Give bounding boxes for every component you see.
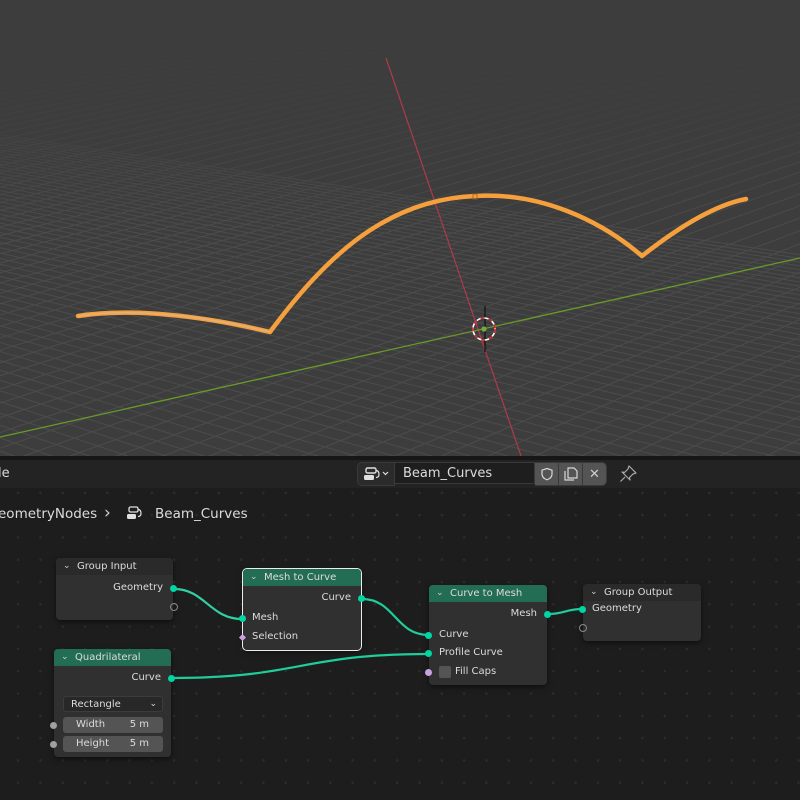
socket-label: Profile Curve	[439, 647, 503, 658]
node-group-output[interactable]: ⌄ Group Output Geometry	[579, 584, 701, 641]
curve-output-socket[interactable]	[358, 595, 365, 602]
height-field[interactable]: Height 5 m	[63, 736, 163, 752]
chevron-down-icon[interactable]: ⌄	[250, 569, 258, 586]
profile-curve-input-socket[interactable]	[425, 650, 432, 657]
geometry-output-socket[interactable]	[170, 585, 177, 592]
curve-output-socket[interactable]	[168, 675, 175, 682]
chevron-down-icon[interactable]: ⌄	[436, 585, 444, 602]
geometry-input-socket[interactable]	[579, 606, 586, 613]
socket-label: Selection	[252, 631, 299, 642]
node-group-input[interactable]: ⌄ Group Input Geometry	[56, 558, 178, 620]
fill-caps-input-socket[interactable]	[425, 669, 432, 676]
chevron-down-icon[interactable]: ⌄	[63, 558, 71, 575]
viewport-grid	[0, 0, 800, 456]
chevron-down-icon: ⌄	[149, 699, 157, 709]
socket-label: Mesh	[510, 608, 537, 619]
mode-dropdown[interactable]: Rectangle ⌄	[63, 696, 163, 712]
node-tree-icon	[364, 467, 389, 480]
socket-label: Geometry	[592, 603, 642, 614]
empty-input-socket[interactable]	[579, 624, 587, 632]
fill-caps-checkbox[interactable]	[439, 666, 451, 678]
socket-label: Curve	[131, 672, 161, 683]
3d-viewport[interactable]	[0, 0, 800, 456]
mesh-input-socket[interactable]	[239, 615, 246, 622]
height-label: Height	[76, 738, 110, 749]
height-input-socket[interactable]	[50, 741, 57, 748]
breadcrumb-separator-icon: ›	[104, 503, 111, 523]
fake-user-button[interactable]	[535, 462, 559, 486]
breadcrumb-parent[interactable]: eometryNodes	[0, 506, 97, 522]
fill-caps-label: Fill Caps	[455, 666, 497, 677]
duplicate-button[interactable]	[559, 462, 583, 486]
shield-icon	[540, 467, 553, 481]
socket-label: Curve	[439, 629, 469, 640]
width-label: Width	[76, 719, 106, 730]
editor-mode-label[interactable]: le	[0, 466, 10, 481]
mesh-output-socket[interactable]	[544, 611, 551, 618]
socket-label: Mesh	[252, 612, 279, 623]
browse-node-tree-button[interactable]	[357, 462, 395, 486]
chevron-down-icon[interactable]: ⌄	[61, 649, 69, 666]
duplicate-icon	[563, 467, 578, 481]
width-field[interactable]: Width 5 m	[63, 717, 163, 733]
node-title: Group Input	[77, 561, 137, 572]
node-tree-icon	[127, 506, 142, 519]
node-curve-to-mesh[interactable]: ⌄ Curve to Mesh Mesh Curve Profile Curve…	[425, 585, 551, 685]
breadcrumb-current: Beam_Curves	[155, 506, 248, 522]
pin-icon[interactable]	[618, 464, 638, 484]
node-header[interactable]: ⌄ Curve to Mesh	[429, 585, 547, 602]
node-title: Mesh to Curve	[264, 572, 337, 583]
node-tree-name-field[interactable]: Beam_Curves	[395, 462, 535, 484]
width-value: 5 m	[129, 719, 149, 730]
node-header[interactable]: ⌄ Quadrilateral	[54, 649, 171, 666]
close-icon: ✕	[589, 466, 600, 482]
socket-label: Curve	[321, 592, 351, 603]
curve-input-socket[interactable]	[425, 632, 432, 639]
chevron-down-icon[interactable]: ⌄	[590, 584, 598, 601]
mode-dropdown-value: Rectangle	[71, 699, 121, 710]
node-header[interactable]: ⌄ Group Output	[583, 584, 701, 601]
node-tree-selector: Beam_Curves ✕	[357, 462, 607, 486]
chevron-down-icon	[382, 471, 389, 476]
node-header[interactable]: ⌄ Group Input	[56, 558, 173, 575]
node-title: Quadrilateral	[75, 652, 141, 663]
node-title: Group Output	[604, 587, 673, 598]
node-mesh-to-curve[interactable]: ⌄ Mesh to Curve Curve Mesh Selection	[238, 568, 365, 651]
empty-output-socket[interactable]	[170, 603, 178, 611]
node-title: Curve to Mesh	[450, 588, 523, 599]
node-header[interactable]: ⌄ Mesh to Curve	[243, 569, 361, 586]
socket-label: Geometry	[113, 582, 163, 593]
node-quadrilateral[interactable]: ⌄ Quadrilateral Curve Rectangle ⌄ Width …	[50, 649, 175, 757]
width-input-socket[interactable]	[50, 722, 57, 729]
height-value: 5 m	[129, 738, 149, 749]
unlink-button[interactable]: ✕	[583, 462, 607, 486]
